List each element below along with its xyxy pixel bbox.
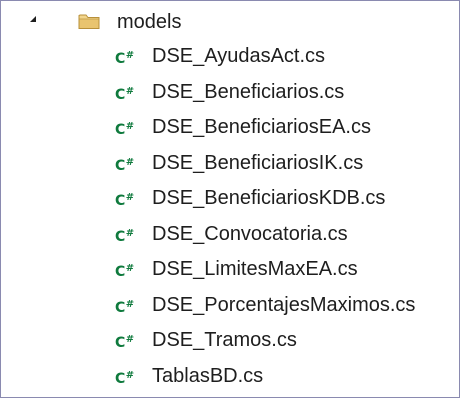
csharp-icon-hash: #	[125, 334, 134, 345]
expanded-arrow-icon[interactable]	[30, 16, 36, 22]
csharp-file-icon: C#	[115, 296, 134, 317]
file-item[interactable]: C# DSE_BeneficiariosEA.cs	[1, 112, 459, 142]
folder-icon	[78, 14, 100, 29]
file-name: DSE_LimitesMaxEA.cs	[152, 258, 358, 280]
csharp-icon-hash: #	[125, 156, 134, 168]
file-item[interactable]: C# DSE_AyudasAct.cs	[1, 41, 459, 71]
folder-node-models[interactable]: models	[1, 7, 459, 37]
file-name: DSE_Tramos.cs	[152, 329, 297, 351]
solution-explorer-panel: models C# DSE_AyudasAct.cs C# DSE_Beneficia…	[0, 0, 460, 398]
csharp-icon-letter: C	[115, 299, 125, 316]
file-item[interactable]: C# DSE_Beneficiarios.cs	[1, 77, 459, 107]
file-name: DSE_BeneficiariosEA.cs	[152, 116, 371, 138]
csharp-icon-hash: #	[125, 85, 134, 97]
file-name: DSE_BeneficiariosIK.cs	[152, 151, 364, 174]
file-item[interactable]: C# DSE_PorcentajesMaximos.cs	[1, 290, 459, 320]
csharp-file-icon: C#	[115, 367, 134, 388]
file-item[interactable]: C# DSE_Convocatoria.cs	[1, 219, 459, 249]
csharp-icon-letter: C	[115, 370, 125, 387]
file-name: DSE_Convocatoria.cs	[152, 222, 348, 245]
file-item[interactable]: C# TablasBD.cs	[1, 361, 459, 391]
csharp-icon-letter: C	[115, 86, 125, 103]
csharp-icon-hash: #	[125, 227, 134, 239]
csharp-icon-hash: #	[125, 50, 134, 61]
csharp-file-icon: C#	[115, 331, 134, 352]
csharp-file-icon: C#	[115, 260, 134, 281]
csharp-icon-hash: #	[125, 263, 134, 274]
csharp-icon-letter: C	[115, 228, 125, 245]
file-name: DSE_AyudasAct.cs	[152, 45, 326, 67]
csharp-file-icon: C#	[115, 83, 134, 104]
csharp-file-icon: C#	[115, 154, 134, 175]
folder-label: models	[117, 11, 182, 33]
csharp-icon-letter: C	[115, 335, 125, 351]
csharp-file-icon: C#	[115, 47, 134, 68]
csharp-file-icon: C#	[115, 118, 134, 139]
csharp-file-icon: C#	[115, 189, 134, 210]
csharp-icon-hash: #	[125, 298, 134, 310]
file-item[interactable]: C# DSE_LimitesMaxEA.cs	[1, 254, 459, 284]
file-item[interactable]: C# DSE_BeneficiariosKDB.cs	[1, 183, 459, 213]
file-name: DSE_Beneficiarios.cs	[152, 80, 345, 103]
csharp-icon-letter: C	[115, 193, 125, 209]
csharp-icon-hash: #	[125, 121, 134, 132]
file-item[interactable]: C# DSE_BeneficiariosIK.cs	[1, 148, 459, 178]
file-name: TablasBD.cs	[152, 364, 264, 387]
csharp-icon-letter: C	[115, 51, 125, 67]
csharp-icon-hash: #	[125, 369, 134, 381]
csharp-icon-letter: C	[115, 157, 125, 174]
csharp-icon-letter: C	[115, 264, 125, 280]
csharp-file-icon: C#	[115, 225, 134, 246]
csharp-icon-hash: #	[125, 192, 134, 203]
file-item[interactable]: C# DSE_Tramos.cs	[1, 325, 459, 355]
csharp-icon-letter: C	[115, 122, 125, 138]
file-name: DSE_BeneficiariosKDB.cs	[152, 187, 386, 209]
file-name: DSE_PorcentajesMaximos.cs	[152, 293, 416, 316]
